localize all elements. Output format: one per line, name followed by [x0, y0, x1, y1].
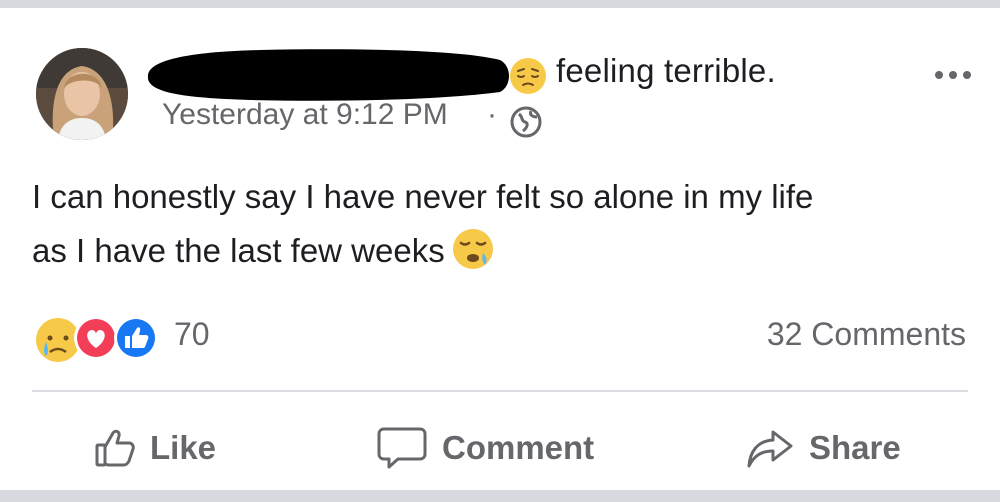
divider [32, 390, 968, 392]
avatar[interactable] [36, 48, 128, 140]
share-label: Share [809, 429, 901, 466]
more-options-icon[interactable] [933, 68, 973, 82]
feed-post: feeling terrible. Yesterday at 9:12 PM ·… [0, 8, 1000, 490]
globe-icon [510, 106, 542, 138]
post-body: I can honestly say I have never felt so … [32, 170, 972, 278]
post-text-line-content: as I have the last few weeks [32, 232, 445, 269]
separator-dot: · [487, 98, 497, 131]
post-text-line: as I have the last few weeks [32, 224, 972, 278]
sad-reaction-icon [36, 318, 80, 362]
reaction-count[interactable]: 70 [174, 316, 210, 353]
share-button[interactable]: Share [745, 420, 901, 476]
feeling-status[interactable]: feeling terrible. [556, 52, 776, 90]
comments-count-link[interactable]: 32 Comments [767, 316, 966, 353]
reaction-icons[interactable] [32, 310, 172, 366]
like-label: Like [150, 429, 217, 466]
redacted-name [147, 49, 509, 101]
comment-label: Comment [442, 429, 595, 466]
like-button[interactable]: Like [94, 420, 216, 476]
like-reaction-icon [114, 316, 158, 360]
avatar-image [36, 48, 128, 140]
thumbs-up-icon [95, 429, 135, 467]
pensive-face-icon [510, 58, 546, 94]
love-reaction-icon [74, 316, 118, 360]
share-arrow-icon [747, 430, 793, 468]
comment-bubble-icon [377, 427, 427, 469]
sleepy-face-icon [452, 229, 493, 270]
comment-button[interactable]: Comment [376, 420, 594, 476]
post-timestamp[interactable]: Yesterday at 9:12 PM [162, 98, 448, 132]
post-text-line: I can honestly say I have never felt so … [32, 178, 814, 215]
